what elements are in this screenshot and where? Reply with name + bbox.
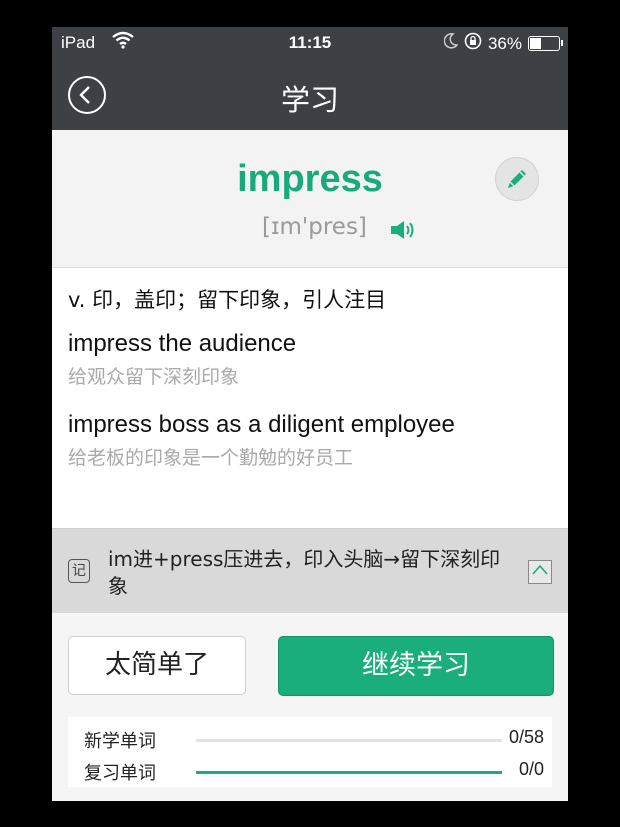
- definition-panel: v. 印，盖印；留下印象，引人注目 impress the audience 给…: [52, 268, 568, 528]
- progress-fill: [196, 771, 502, 774]
- progress-panel: 新学单词 0/58 复习单词 0/0: [68, 717, 552, 787]
- continue-button[interactable]: 继续学习: [278, 636, 554, 696]
- memo-icon: 记: [68, 559, 90, 583]
- example-en: impress the audience: [68, 330, 297, 357]
- progress-track: [196, 739, 502, 742]
- progress-label: 复习单词: [84, 763, 156, 784]
- app-screen: iPad 11:15 36% 学习 impress [ɪm'pres] v. 印…: [52, 27, 568, 801]
- progress-count: 0/0: [518, 759, 544, 779]
- example-en: impress boss as a diligent employee: [68, 411, 455, 438]
- progress-row-review: 复习单词 0/0: [84, 759, 544, 789]
- progress-label: 新学单词: [84, 731, 156, 752]
- moon-icon: [443, 33, 459, 54]
- nav-bar: 学习: [52, 59, 568, 130]
- collapse-button[interactable]: [528, 560, 552, 584]
- definition-text: v. 印，盖印；留下印象，引人注目: [68, 288, 387, 312]
- speaker-icon[interactable]: [389, 218, 419, 242]
- status-bar: iPad 11:15 36%: [52, 27, 568, 59]
- pencil-icon: [508, 170, 526, 188]
- memo-text: im进+press压进去，印入头脑→留下深刻印象: [108, 547, 501, 598]
- action-bar: 太简单了 继续学习: [52, 613, 568, 716]
- chevron-up-icon: [532, 564, 548, 575]
- battery-icon: [528, 36, 563, 51]
- phonetic-text: [ɪm'pres]: [262, 214, 367, 240]
- page-title: 学习: [280, 83, 339, 117]
- battery-percent: 36%: [487, 33, 522, 53]
- progress-count: 0/58: [508, 727, 544, 747]
- too-easy-button[interactable]: 太简单了: [68, 636, 246, 695]
- example-cn: 给老板的印象是一个勤勉的好员工: [68, 447, 354, 469]
- memory-tip: 记 im进+press压进去，印入头脑→留下深刻印象: [52, 528, 568, 614]
- word-text: impress: [237, 158, 383, 200]
- progress-track: [196, 771, 502, 774]
- progress-row-new: 新学单词 0/58: [84, 727, 544, 757]
- word-header: impress [ɪm'pres]: [52, 130, 568, 268]
- example-cn: 给观众留下深刻印象: [68, 366, 240, 388]
- edit-note-button[interactable]: [495, 157, 539, 201]
- rotation-lock-icon: [464, 32, 482, 55]
